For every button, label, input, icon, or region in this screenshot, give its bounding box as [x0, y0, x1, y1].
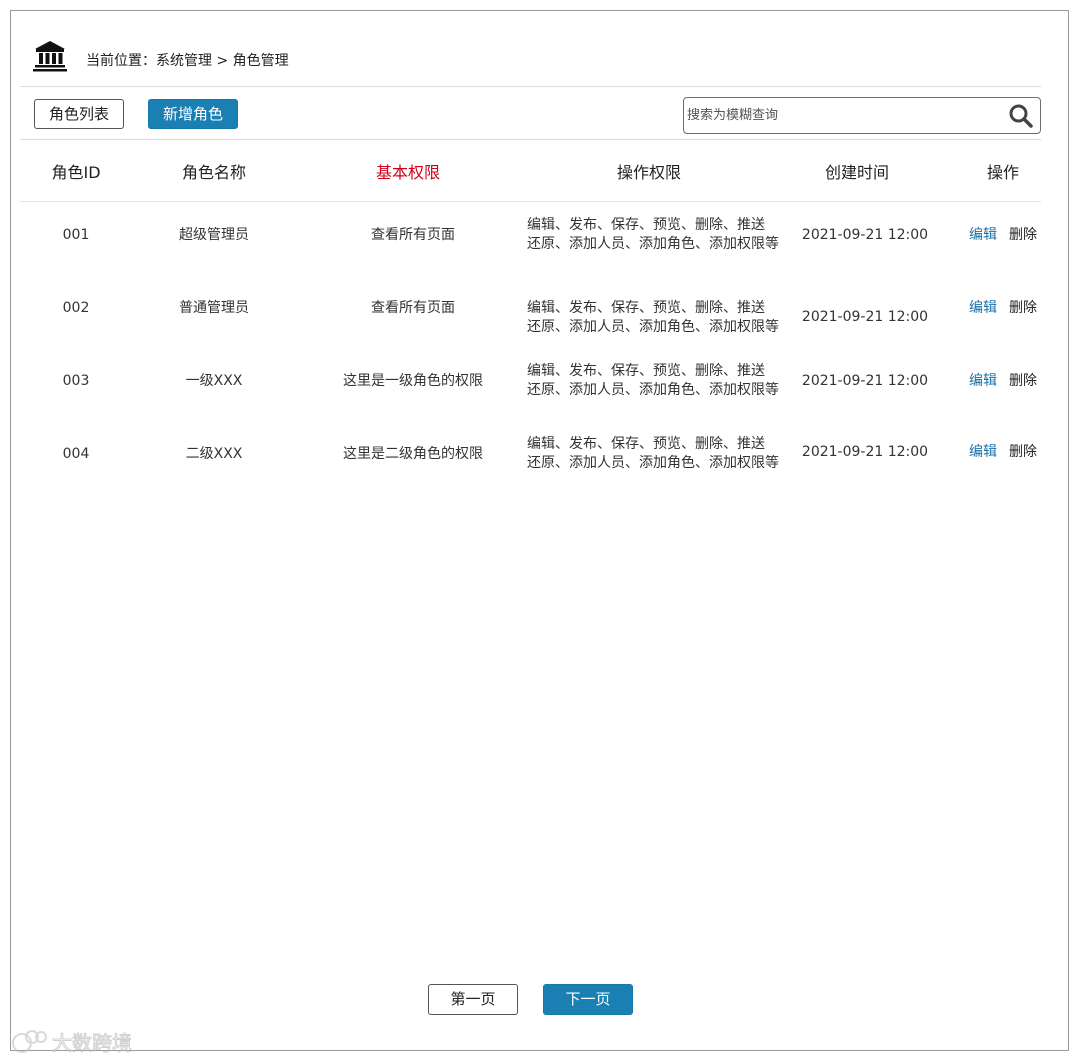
cell-role-id: 003 [62, 373, 90, 389]
column-header-actions: 操作 [986, 163, 1019, 182]
role-list-button[interactable]: 角色列表 [34, 99, 124, 129]
first-page-button[interactable]: 第一页 [428, 984, 518, 1015]
divider [20, 86, 1041, 87]
table-row: 003 一级XXX 这里是一级角色的权限 编辑、发布、保存、预览、删除、推送 还… [20, 362, 1041, 418]
cell-created-time: 2021-09-21 12:00 [801, 227, 929, 243]
cell-created-time: 2021-09-21 12:00 [801, 373, 929, 389]
cell-created-time: 2021-09-21 12:00 [801, 444, 929, 460]
column-header-basic-permissions: 基本权限 [375, 163, 440, 182]
cell-role-id: 001 [62, 227, 90, 243]
cell-created-time: 2021-09-21 12:00 [801, 309, 929, 325]
delete-link[interactable]: 删除 [1009, 372, 1037, 391]
cell-role-id: 002 [62, 300, 90, 316]
delete-link[interactable]: 删除 [1009, 226, 1037, 245]
table-row: 004 二级XXX 这里是二级角色的权限 编辑、发布、保存、预览、删除、推送 还… [20, 435, 1041, 491]
cell-operation-permissions-line1: 编辑、发布、保存、预览、删除、推送 [527, 363, 765, 379]
cell-operation-permissions-line1: 编辑、发布、保存、预览、删除、推送 [527, 217, 765, 233]
divider [20, 139, 1041, 140]
cell-role-name: 超级管理员 [179, 227, 249, 243]
delete-link[interactable]: 删除 [1009, 443, 1037, 462]
next-page-button[interactable]: 下一页 [543, 984, 633, 1015]
edit-link[interactable]: 编辑 [969, 443, 997, 462]
edit-link[interactable]: 编辑 [969, 299, 997, 318]
watermark-logo: 大数跨境 [12, 1030, 133, 1056]
svg-text:大数跨境: 大数跨境 [52, 1031, 132, 1055]
cell-operation-permissions-line2: 还原、添加人员、添加角色、添加权限等 [527, 236, 779, 252]
cell-operation-permissions-line2: 还原、添加人员、添加角色、添加权限等 [527, 319, 779, 335]
table-row: 002 普通管理员 查看所有页面 编辑、发布、保存、预览、删除、推送 还原、添加… [20, 291, 1041, 347]
cell-role-name: 一级XXX [185, 373, 243, 389]
cell-basic-permissions: 查看所有页面 [371, 227, 455, 243]
edit-link[interactable]: 编辑 [969, 372, 997, 391]
cell-role-id: 004 [62, 446, 90, 462]
add-role-button[interactable]: 新增角色 [148, 99, 238, 129]
search-input[interactable] [685, 99, 999, 132]
column-header-role-name: 角色名称 [181, 163, 246, 182]
cell-role-name: 普通管理员 [179, 300, 249, 316]
edit-link[interactable]: 编辑 [969, 226, 997, 245]
cell-operation-permissions-line2: 还原、添加人员、添加角色、添加权限等 [527, 455, 779, 471]
cell-basic-permissions: 这里是二级角色的权限 [343, 446, 483, 462]
search-icon[interactable] [1008, 103, 1034, 129]
search-box [683, 97, 1041, 134]
breadcrumb: 当前位置：系统管理 > 角色管理 [86, 53, 289, 69]
cell-basic-permissions: 这里是一级角色的权限 [343, 373, 483, 389]
cell-operation-permissions-line2: 还原、添加人员、添加角色、添加权限等 [527, 382, 779, 398]
table-row: 001 超级管理员 查看所有页面 编辑、发布、保存、预览、删除、推送 还原、添加… [20, 210, 1041, 266]
delete-link[interactable]: 删除 [1009, 299, 1037, 318]
column-header-created-time: 创建时间 [824, 163, 889, 182]
cell-role-name: 二级XXX [185, 446, 243, 462]
cell-basic-permissions: 查看所有页面 [371, 300, 455, 316]
column-header-role-id: 角色ID [51, 163, 101, 182]
divider [20, 201, 1041, 202]
cell-operation-permissions-line1: 编辑、发布、保存、预览、删除、推送 [527, 436, 765, 452]
column-header-operation-permissions: 操作权限 [616, 163, 681, 182]
bank-building-icon [33, 41, 67, 72]
cell-operation-permissions-line1: 编辑、发布、保存、预览、删除、推送 [527, 300, 765, 316]
